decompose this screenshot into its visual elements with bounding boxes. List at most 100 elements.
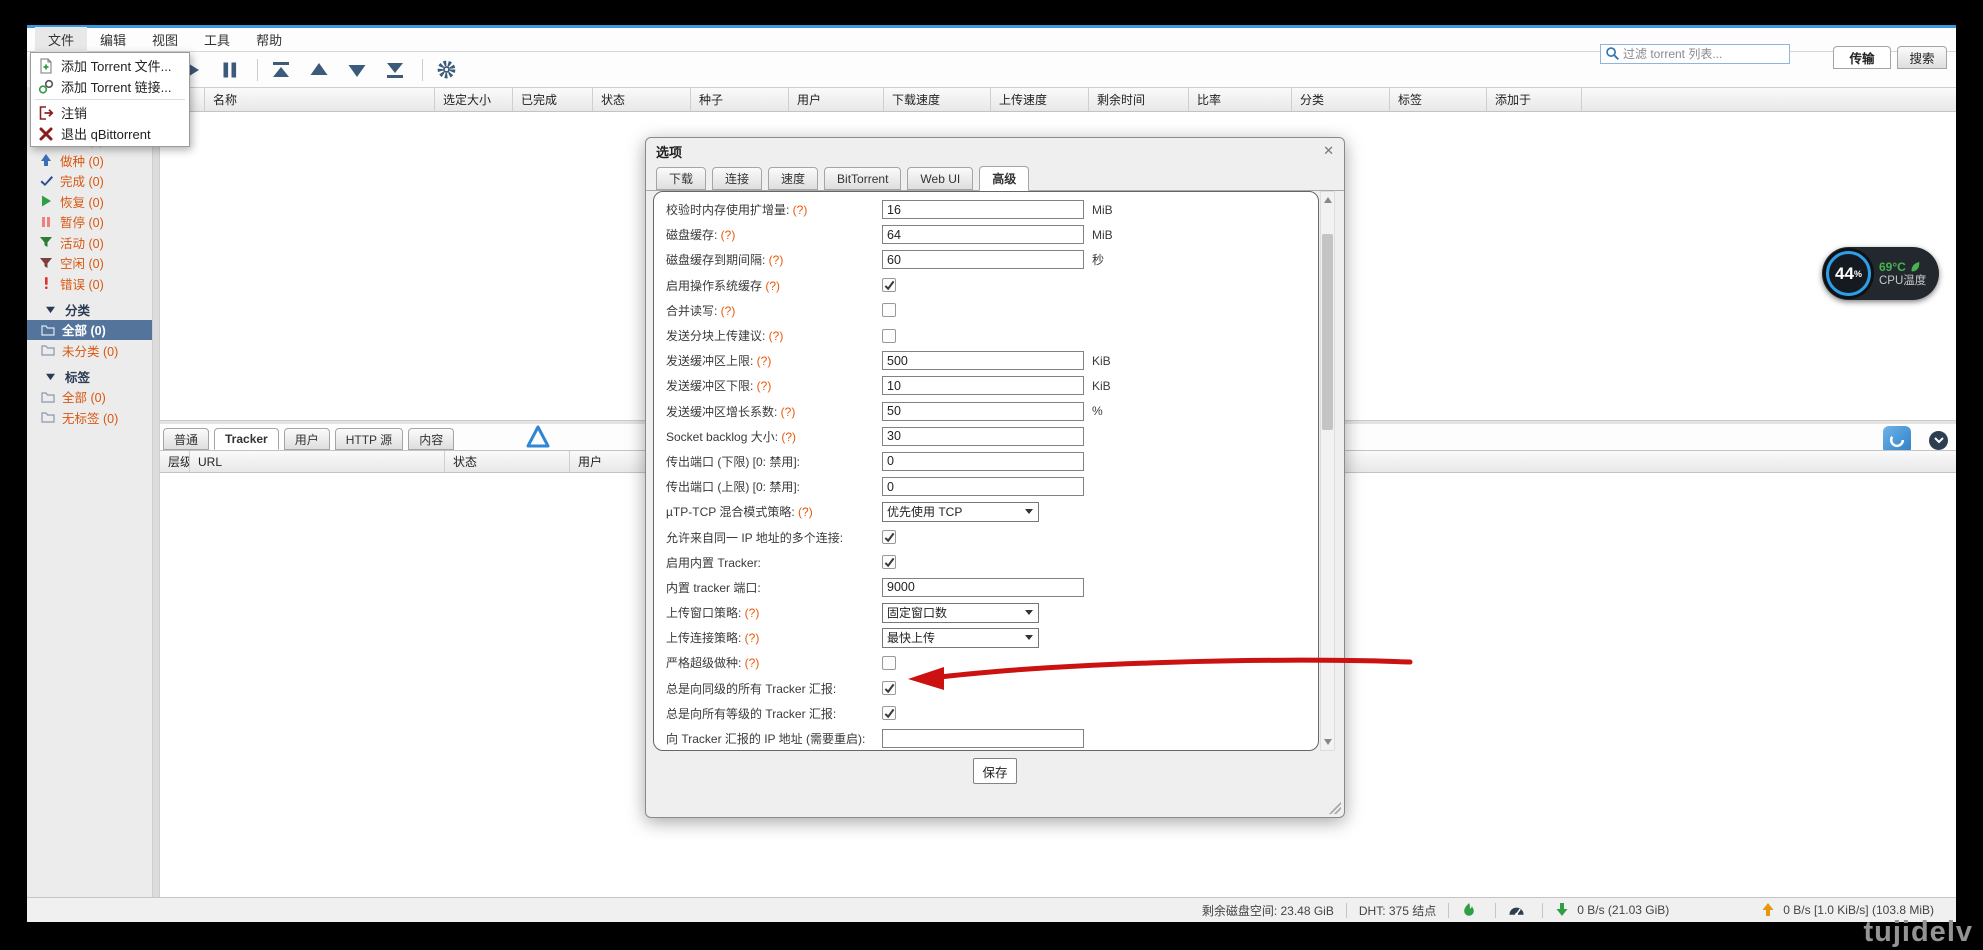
sidebar-splitter[interactable] (152, 87, 160, 897)
help-link[interactable]: (?) (745, 606, 760, 620)
help-link[interactable]: (?) (745, 631, 760, 645)
settings-select[interactable]: 最快上传 (882, 628, 1039, 648)
scroll-down-icon[interactable] (1324, 739, 1332, 745)
help-link[interactable]: (?) (765, 279, 780, 293)
sidebar-filter-resumed[interactable]: 恢复 (0) (27, 191, 152, 212)
close-icon[interactable]: ✕ (1323, 143, 1334, 159)
dialog-tab-bittorrent[interactable]: BitTorrent (824, 167, 901, 190)
file-menu-item-4[interactable]: 退出 qBittorrent (31, 123, 189, 144)
column-header-剩余时间[interactable]: 剩余时间 (1089, 88, 1189, 111)
torrent-filter-input[interactable] (1623, 47, 1785, 61)
settings-input[interactable] (882, 376, 1084, 395)
settings-input[interactable] (882, 427, 1084, 446)
column-header-添加于[interactable]: 添加于 (1487, 88, 1582, 111)
sidebar-filter-paused[interactable]: 暂停 (0) (27, 212, 152, 233)
column-header-名称[interactable]: 名称 (205, 88, 435, 111)
dialog-tab-高级[interactable]: 高级 (979, 166, 1029, 191)
settings-checkbox[interactable] (882, 706, 896, 720)
settings-input[interactable] (882, 200, 1084, 219)
tab-transfer[interactable]: 传输 (1833, 46, 1891, 69)
cpu-monitor-widget[interactable]: 44% 69°C CPU温度 (1822, 247, 1939, 300)
file-menu-item-1[interactable]: 添加 Torrent 文件... (31, 55, 189, 76)
help-link[interactable]: (?) (745, 656, 760, 670)
toolbar-move-down-button[interactable] (344, 57, 370, 83)
settings-checkbox[interactable] (882, 278, 896, 292)
help-link[interactable]: (?) (769, 253, 784, 267)
toolbar-move-top-button[interactable] (268, 57, 294, 83)
bottom-tab-5[interactable]: 内容 (408, 428, 454, 450)
settings-select[interactable]: 固定窗口数 (882, 603, 1039, 623)
toolbar-options-button[interactable] (433, 57, 459, 83)
settings-checkbox[interactable] (882, 656, 896, 670)
file-menu-item-2[interactable]: 添加 Torrent 链接... (31, 76, 189, 97)
bottom-tab-2[interactable]: Tracker (214, 428, 279, 450)
settings-input[interactable] (882, 351, 1084, 370)
sidebar-filter-active[interactable]: 活动 (0) (27, 232, 152, 253)
sidebar-category-header[interactable]: 分类 (27, 300, 152, 320)
sidebar-filter-errored[interactable]: 错误 (0) (27, 273, 152, 294)
dialog-tab-web-ui[interactable]: Web UI (907, 167, 973, 190)
help-link[interactable]: (?) (781, 405, 796, 419)
settings-input[interactable] (882, 225, 1084, 244)
toolbar-pause-button[interactable] (217, 57, 243, 83)
connection-status-icon[interactable] (1461, 902, 1478, 918)
toolbar-move-bottom-button[interactable] (382, 57, 408, 83)
help-link[interactable]: (?) (721, 228, 736, 242)
menubar-item-2[interactable]: 编辑 (87, 27, 139, 52)
menubar-item-4[interactable]: 工具 (191, 27, 243, 52)
tracker-column-header-2[interactable]: URL (190, 451, 445, 472)
help-link[interactable]: (?) (757, 354, 772, 368)
dialog-tab-速度[interactable]: 速度 (768, 167, 818, 190)
dialog-scrollbar[interactable] (1320, 191, 1335, 751)
settings-select[interactable]: 优先使用 TCP (882, 502, 1039, 522)
column-header-比率[interactable]: 比率 (1189, 88, 1292, 111)
tracker-column-header-3[interactable]: 状态 (445, 451, 570, 472)
menubar-item-1[interactable]: 文件 (35, 27, 87, 52)
bottom-tab-4[interactable]: HTTP 源 (335, 428, 403, 450)
settings-checkbox[interactable] (882, 530, 896, 544)
sidebar-filter-completed[interactable]: 完成 (0) (27, 171, 152, 192)
column-header-已完成[interactable]: 已完成 (513, 88, 593, 111)
help-link[interactable]: (?) (793, 203, 808, 217)
help-link[interactable]: (?) (769, 329, 784, 343)
menubar-item-3[interactable]: 视图 (139, 27, 191, 52)
column-header-上传速度[interactable]: 上传速度 (991, 88, 1089, 111)
dialog-tab-连接[interactable]: 连接 (712, 167, 762, 190)
settings-input[interactable] (882, 250, 1084, 269)
save-button[interactable]: 保存 (973, 758, 1016, 784)
tab-search[interactable]: 搜索 (1897, 46, 1947, 69)
sidebar-tag-item-1[interactable]: 全部 (0) (27, 387, 152, 408)
dialog-titlebar[interactable]: 选项 ✕ (646, 138, 1344, 164)
dialog-resize-handle[interactable] (1329, 802, 1341, 814)
column-header-种子[interactable]: 种子 (691, 88, 789, 111)
scroll-up-icon[interactable] (1324, 197, 1332, 203)
help-link[interactable]: (?) (721, 304, 736, 318)
settings-input[interactable] (882, 402, 1084, 421)
scrollbar-thumb[interactable] (1322, 234, 1333, 430)
collapse-panel-button[interactable] (1929, 431, 1948, 450)
toolbar-move-up-button[interactable] (306, 57, 332, 83)
speed-limit-gauge-icon[interactable] (1508, 902, 1525, 918)
settings-checkbox[interactable] (882, 329, 896, 343)
column-header-分类[interactable]: 分类 (1292, 88, 1390, 111)
bottom-tab-3[interactable]: 用户 (284, 428, 330, 450)
settings-input[interactable] (882, 729, 1084, 748)
dialog-tab-下载[interactable]: 下载 (656, 167, 706, 190)
sidebar-tag-item-2[interactable]: 无标签 (0) (27, 407, 152, 428)
sidebar-category-item-1[interactable]: 全部 (0) (27, 320, 152, 341)
column-header-标签[interactable]: 标签 (1390, 88, 1487, 111)
sidebar-filter-seeding[interactable]: 做种 (0) (27, 150, 152, 171)
settings-checkbox[interactable] (882, 303, 896, 317)
tracker-column-header-1[interactable]: 层级 (160, 451, 190, 472)
help-link[interactable]: (?) (798, 505, 813, 519)
sidebar-tag-header[interactable]: 标签 (27, 367, 152, 387)
bottom-tab-1[interactable]: 普通 (163, 428, 209, 450)
help-link[interactable]: (?) (757, 379, 772, 393)
sidebar-category-item-2[interactable]: 未分类 (0) (27, 340, 152, 361)
menubar-item-5[interactable]: 帮助 (243, 27, 295, 52)
column-header-选定大小[interactable]: 选定大小 (435, 88, 513, 111)
file-menu-item-3[interactable]: 注销 (31, 102, 189, 123)
settings-checkbox[interactable] (882, 555, 896, 569)
settings-input[interactable] (882, 578, 1084, 597)
settings-input[interactable] (882, 477, 1084, 496)
